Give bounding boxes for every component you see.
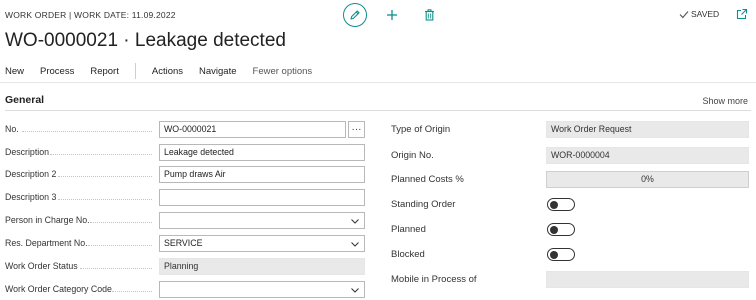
action-fewer-options[interactable]: Fewer options (253, 66, 313, 77)
standing-order-toggle[interactable] (547, 198, 575, 211)
action-process[interactable]: Process (40, 66, 74, 77)
expand-page-button[interactable] (735, 7, 749, 21)
action-divider (134, 63, 136, 79)
delete-button[interactable] (420, 6, 438, 24)
saved-status: SAVED (679, 9, 719, 19)
page-header: WORK ORDER | WORK DATE: 11.09.2022 SAVED (0, 0, 756, 28)
field-label-origin-no: Origin No. (391, 150, 434, 161)
field-row-planned-costs: Planned Costs % 0% (0, 171, 756, 188)
action-actions[interactable]: Actions (152, 66, 183, 77)
pencil-icon (350, 10, 360, 20)
action-new[interactable]: New (5, 66, 24, 77)
check-icon (679, 10, 689, 18)
toggle-knob (550, 200, 558, 209)
section-divider (5, 110, 751, 111)
planned-costs-progress: 0% (546, 171, 749, 188)
toggle-knob (550, 250, 558, 259)
leader-dots (112, 291, 152, 292)
saved-label: SAVED (691, 9, 720, 19)
blocked-toggle[interactable] (547, 248, 575, 261)
field-label-planned-costs: Planned Costs % (391, 174, 464, 185)
type-of-origin-field: Work Order Request (546, 121, 749, 138)
field-label-standing-order: Standing Order (391, 199, 456, 210)
planned-toggle[interactable] (547, 223, 575, 236)
field-label-type-of-origin: Type of Origin (391, 124, 451, 135)
field-label-planned: Planned (391, 224, 426, 235)
action-navigate[interactable]: Navigate (199, 66, 237, 77)
show-more-link[interactable]: Show more (702, 96, 748, 106)
leader-dots (80, 268, 152, 269)
expand-icon (736, 8, 748, 20)
trash-icon (424, 9, 434, 21)
field-row-planned: Planned (0, 221, 756, 238)
action-report[interactable]: Report (90, 66, 119, 77)
edit-button[interactable] (343, 3, 367, 27)
action-bar: New Process Report Actions Navigate Fewe… (0, 60, 756, 82)
field-row-blocked: Blocked (0, 246, 756, 263)
origin-no-field: WOR-0000004 (546, 147, 749, 164)
field-label-mobile-in-process: Mobile in Process of (391, 274, 477, 285)
field-row-origin-no: Origin No. WOR-0000004 (0, 147, 756, 164)
plus-icon (387, 10, 397, 20)
toggle-knob (550, 225, 558, 234)
page-caption: WORK ORDER | WORK DATE: 11.09.2022 (5, 10, 176, 20)
field-row-mobile-in-process: Mobile in Process of (0, 271, 756, 288)
action-bar-divider (0, 82, 756, 83)
page-title: WO-0000021 · Leakage detected (5, 30, 286, 51)
section-title-general[interactable]: General (5, 94, 44, 106)
field-label-blocked: Blocked (391, 249, 425, 260)
mobile-in-process-field (546, 271, 749, 288)
field-row-standing-order: Standing Order (0, 196, 756, 213)
new-record-button[interactable] (383, 6, 401, 24)
field-row-type-of-origin: Type of Origin Work Order Request (0, 121, 756, 138)
